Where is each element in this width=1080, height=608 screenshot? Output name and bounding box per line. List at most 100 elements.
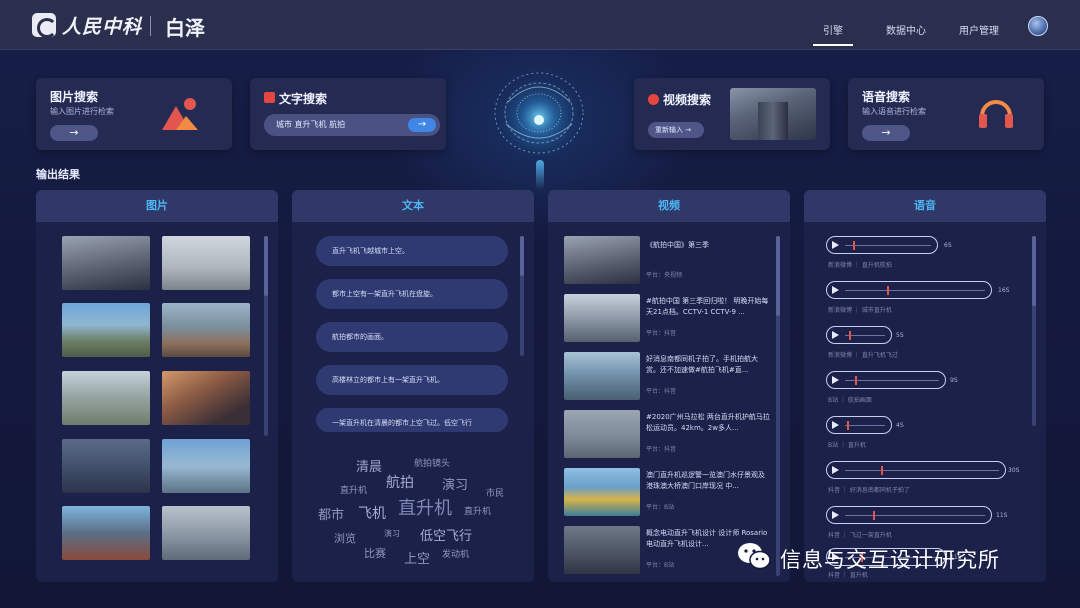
output-section-title: 输出结果 [36,168,80,181]
word-cloud-term: 都市 [318,508,345,523]
text-result-item[interactable]: 航拍都市的画面。 [316,322,508,352]
video-result-title[interactable]: #航拍中国 第三季回归啦！ 明晚开始每天21点档。CCTV-1 CCTV-9 .… [646,296,770,318]
video-search-thumbnail [730,88,816,140]
word-cloud-term: 演习 [442,478,469,493]
image-results-scrollbar[interactable] [264,236,268,436]
play-icon[interactable] [832,511,839,519]
audio-progress-marker[interactable] [849,331,851,340]
video-result-thumbnail[interactable] [564,526,640,574]
user-avatar[interactable] [1028,16,1048,36]
image-search-title: 图片搜索 [50,90,99,104]
video-result-meta: 平台：B站 [646,562,675,569]
play-icon[interactable] [832,286,839,294]
image-search-card[interactable]: 图片搜索 输入图片进行检索 → [36,78,232,150]
image-icon [162,98,198,130]
nav-user-management[interactable]: 用户管理 [959,22,999,37]
image-search-button[interactable]: → [50,125,98,141]
text-result-item[interactable]: 高楼林立的都市上有一架直升飞机。 [316,365,508,395]
audio-progress-track[interactable] [845,425,885,426]
account-watermark: 信息与交互设计研究所 [780,548,1000,572]
audio-progress-marker[interactable] [873,511,875,520]
text-search-card: 文字搜索 城市 直升飞机 航拍 → [250,78,446,150]
voice-search-subtitle: 输入语音进行检索 [862,107,926,116]
text-result-item[interactable]: 一架直升机在清晨的都市上空飞过。低空飞行 [316,408,508,432]
audio-progress-track[interactable] [845,335,885,336]
audio-meta: 新浪微博 ｜ 城市直升机 [828,307,892,314]
audio-progress-track[interactable] [845,290,985,291]
video-search-icon [648,94,659,105]
audio-player[interactable] [826,416,892,434]
audio-player[interactable] [826,236,938,254]
voice-search-title: 语音搜索 [862,90,911,104]
image-results-header: 图片 [36,190,278,222]
word-cloud-term: 浏览 [334,532,356,545]
audio-meta: 抖音 ｜ 飞过一架直升机 [828,532,892,539]
video-result-thumbnail[interactable] [564,294,640,342]
voice-search-button[interactable]: → [862,125,910,141]
audio-progress-marker[interactable] [847,421,849,430]
audio-duration: 16S [998,287,1010,294]
wechat-icon [738,543,771,570]
video-search-card: 视频搜索 重新输入 → [634,78,830,150]
nav-engine[interactable]: 引擎 [813,22,853,46]
play-icon[interactable] [832,421,839,429]
audio-player[interactable] [826,371,946,389]
play-icon[interactable] [832,376,839,384]
text-search-icon [264,92,275,103]
image-result-thumbnail[interactable] [62,371,150,425]
text-search-input[interactable]: 城市 直升飞机 航拍 → [264,114,440,136]
product-name: 白泽 [165,16,205,40]
audio-progress-track[interactable] [845,515,985,516]
audio-progress-marker[interactable] [853,241,855,250]
video-result-thumbnail[interactable] [564,352,640,400]
audio-progress-track[interactable] [845,245,931,246]
audio-progress-track[interactable] [845,470,999,471]
play-icon[interactable] [832,331,839,339]
word-cloud-term: 航拍 [386,475,414,491]
image-result-thumbnail[interactable] [62,303,150,357]
text-results-header: 文本 [292,190,534,222]
video-results-header: 视频 [548,190,790,222]
audio-player[interactable] [826,461,1006,479]
audio-player[interactable] [826,281,992,299]
logo-icon [32,13,57,38]
voice-search-card[interactable]: 语音搜索 输入语音进行检索 → [848,78,1044,150]
audio-progress-marker[interactable] [881,466,883,475]
video-result-title[interactable]: 好消息南都同机子拍了。手机拍航大赏。还不加速做#航拍飞机#直... [646,354,770,376]
text-result-item[interactable]: 直升飞机飞越城市上空。 [316,236,508,266]
video-reinput-button[interactable]: 重新输入 → [648,122,704,138]
audio-progress-track[interactable] [845,380,939,381]
audio-player[interactable] [826,506,992,524]
video-result-meta: 平台：B站 [646,504,675,511]
image-result-thumbnail[interactable] [62,439,150,493]
video-result-meta: 平台：抖音 [646,330,677,337]
text-result-item[interactable]: 都市上空有一架直升飞机在盘旋。 [316,279,508,309]
nav-data-center[interactable]: 数据中心 [886,22,926,37]
video-results-scrollbar[interactable] [776,236,780,576]
image-result-thumbnail[interactable] [162,236,250,290]
video-result-title[interactable]: 《航拍中国》第三季 [646,240,770,251]
video-result-title[interactable]: #2020广州马拉松 两台直升机护航马拉松运动员。42km。2w多人... [646,412,770,434]
image-result-thumbnail[interactable] [162,439,250,493]
video-result-thumbnail[interactable] [564,236,640,284]
image-result-thumbnail[interactable] [162,303,250,357]
word-cloud-term: 上空 [404,552,431,567]
play-icon[interactable] [832,466,839,474]
audio-progress-marker[interactable] [887,286,889,295]
audio-progress-marker[interactable] [855,376,857,385]
text-search-submit-button[interactable]: → [408,118,436,132]
video-result-thumbnail[interactable] [564,468,640,516]
video-result-thumbnail[interactable] [564,410,640,458]
image-result-thumbnail[interactable] [162,371,250,425]
headphones-icon [979,100,1013,128]
ai-brain-globe-icon [491,65,587,161]
text-search-title: 文字搜索 [279,92,328,106]
play-icon[interactable] [832,241,839,249]
image-result-thumbnail[interactable] [162,506,250,560]
audio-player[interactable] [826,326,892,344]
image-result-thumbnail[interactable] [62,236,150,290]
text-results-scrollbar[interactable] [520,236,524,356]
video-result-title[interactable]: 澳门直升机巡逻警一览澳门水仔景观及港珠澳大桥澳门口岸现况 中... [646,470,770,492]
voice-results-scrollbar[interactable] [1032,236,1036,426]
image-result-thumbnail[interactable] [62,506,150,560]
